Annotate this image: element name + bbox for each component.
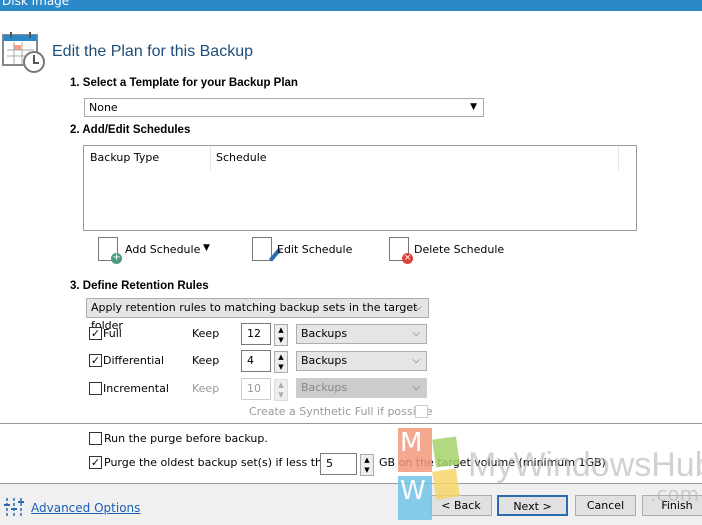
document-delete-icon: × <box>389 237 413 264</box>
run-purge-label: Run the purge before backup. <box>104 432 268 445</box>
incremental-unit-value: Backups <box>301 381 348 394</box>
chevron-down-icon: ⌵ <box>414 302 422 313</box>
run-purge-checkbox[interactable] <box>89 432 102 445</box>
delete-schedule-label: Delete Schedule <box>414 243 505 256</box>
purge-gb-spinner[interactable]: 5 ▲ ▼ <box>320 453 374 476</box>
section-template-label: 1. Select a Template for your Backup Pla… <box>70 77 298 89</box>
dropdown-arrow-icon: ▼ <box>470 102 477 112</box>
document-edit-icon <box>252 237 282 262</box>
sliders-icon <box>3 496 25 518</box>
incremental-label: Incremental <box>103 382 169 395</box>
incremental-checkbox[interactable] <box>89 382 102 395</box>
divider <box>0 423 702 424</box>
spinner-arrows-icon[interactable]: ▲ ▼ <box>274 379 288 401</box>
keep-label: Keep <box>192 327 220 340</box>
incremental-count-value: 10 <box>247 382 261 395</box>
column-header-schedule[interactable]: Schedule <box>216 151 267 164</box>
schedules-table[interactable]: Backup Type Schedule <box>83 145 637 231</box>
purge-oldest-checkbox[interactable]: ✓ <box>89 456 102 469</box>
synthetic-full-label: Create a Synthetic Full if possible <box>249 405 433 418</box>
page-title: Edit the Plan for this Backup <box>52 43 253 60</box>
section-retention-label: 3. Define Retention Rules <box>70 280 209 292</box>
differential-count-value: 4 <box>247 354 254 367</box>
spinner-arrows-icon[interactable]: ▲ ▼ <box>274 351 288 373</box>
template-dropdown[interactable]: None ▼ <box>84 98 484 117</box>
spinner-arrows-icon[interactable]: ▲ ▼ <box>360 454 374 476</box>
calendar-clock-icon <box>2 32 45 73</box>
full-unit-dropdown[interactable]: Backups ⌵ <box>296 324 427 344</box>
full-unit-value: Backups <box>301 327 348 340</box>
window-title: Disk Image <box>2 0 70 8</box>
differential-checkbox[interactable]: ✓ <box>89 354 102 367</box>
purge-oldest-label: Purge the oldest backup set(s) if less t… <box>104 456 336 469</box>
incremental-unit-dropdown[interactable]: Backups ⌵ <box>296 378 427 398</box>
full-count-value: 12 <box>247 327 261 340</box>
incremental-count-spinner[interactable]: 10 ▲ ▼ <box>241 378 288 401</box>
purge-gb-value: 5 <box>326 457 333 470</box>
purge-gb-suffix: GB on the target volume (minimum 1GB) <box>379 456 606 469</box>
chevron-down-icon: ⌵ <box>412 355 420 366</box>
differential-label: Differential <box>103 354 165 367</box>
keep-label: Keep <box>192 354 220 367</box>
title-bar: Disk Image <box>0 0 702 11</box>
cancel-button[interactable]: Cancel <box>575 495 636 516</box>
add-schedule-dropdown-arrow-icon[interactable]: ▼ <box>203 243 210 253</box>
chevron-down-icon: ⌵ <box>412 382 420 393</box>
back-button[interactable]: < Back <box>430 495 492 516</box>
finish-button[interactable]: Finish <box>642 495 702 516</box>
full-checkbox[interactable]: ✓ <box>89 327 102 340</box>
full-count-spinner[interactable]: 12 ▲ ▼ <box>241 323 288 346</box>
synthetic-full-checkbox[interactable] <box>415 405 428 418</box>
spinner-arrows-icon[interactable]: ▲ ▼ <box>274 324 288 346</box>
add-schedule-label: Add Schedule <box>125 243 201 256</box>
chevron-down-icon: ⌵ <box>412 328 420 339</box>
section-schedules-label: 2. Add/Edit Schedules <box>70 124 191 136</box>
column-header-backup-type[interactable]: Backup Type <box>90 151 159 164</box>
document-add-icon: + <box>98 237 122 264</box>
retention-mode-dropdown[interactable]: Apply retention rules to matching backup… <box>86 298 429 332</box>
keep-label: Keep <box>192 382 220 395</box>
full-label: Full <box>103 327 122 340</box>
next-button[interactable]: Next > <box>497 495 568 516</box>
differential-count-spinner[interactable]: 4 ▲ ▼ <box>241 350 288 373</box>
advanced-options-link[interactable]: Advanced Options <box>31 501 140 515</box>
template-value: None <box>89 101 118 114</box>
differential-unit-value: Backups <box>301 354 348 367</box>
edit-schedule-label: Edit Schedule <box>277 243 353 256</box>
differential-unit-dropdown[interactable]: Backups ⌵ <box>296 351 427 371</box>
